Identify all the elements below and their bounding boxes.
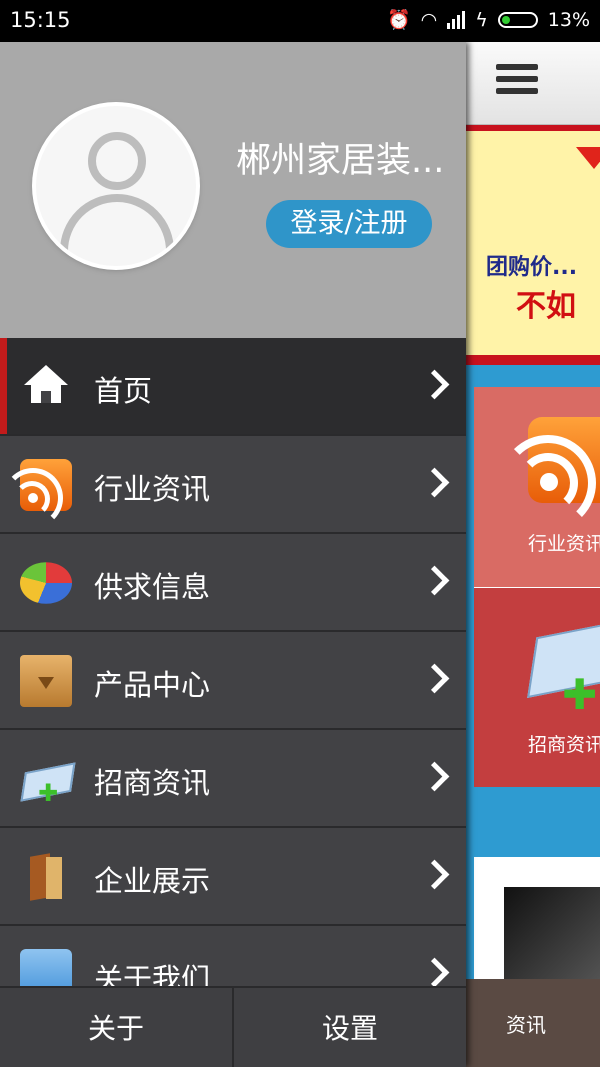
menu-item-label: 产品中心 [94,668,211,702]
chevron-right-icon [419,565,450,596]
book-icon [20,851,72,903]
tile-industry-news[interactable]: 行业资讯 [474,387,600,587]
navigation-drawer: 郴州家居装... 登录/注册 首页 行业资讯 供求信息 产品中心 ✚ 招商资讯 [0,42,466,1067]
chevron-right-icon [419,859,450,890]
tile-label: 招商资讯 [528,734,600,756]
menu-item-products[interactable]: 产品中心 [0,632,466,730]
battery-percent: 13% [547,8,590,31]
rss-icon [3,459,72,528]
status-bar: 15:15 ⏰ ◠ ϟ 13% [0,0,600,42]
tile-label: 行业资讯 [528,533,600,555]
chevron-right-icon [419,663,450,694]
avatar[interactable] [36,106,196,266]
home-icon [20,361,72,413]
alarm-icon: ⏰ [386,9,411,31]
settings-button[interactable]: 设置 [234,988,466,1067]
signal-icon [447,10,466,29]
menu-item-industry-news[interactable]: 行业资讯 [0,436,466,534]
menu-item-label: 首页 [94,374,153,408]
main-tabbar: 资讯 [466,979,600,1067]
tile-investment-news[interactable]: ✚ 招商资讯 [474,587,600,787]
drawer-footer: 关于 设置 [0,986,466,1067]
chevron-right-icon [419,957,450,988]
charging-icon: ϟ [475,8,488,31]
menu-toggle-icon[interactable] [496,64,538,98]
menu-item-label: 供求信息 [94,570,211,604]
menu-item-label: 行业资讯 [94,472,211,506]
active-indicator [0,338,7,434]
banner-arrow-icon [576,147,600,169]
chevron-right-icon [419,761,450,792]
chevron-right-icon [419,467,450,498]
pie-chart-icon [20,562,72,604]
notes-add-icon: ✚ [20,753,76,807]
rss-icon [500,417,600,531]
main-topbar [466,42,600,125]
product-thumbnail[interactable] [474,857,600,987]
site-name: 郴州家居装... [236,141,445,181]
user-head-icon [88,132,146,190]
status-icons: ⏰ ◠ ϟ 13% [386,8,590,32]
banner-line2: 不如 [516,289,576,324]
plus-icon: ✚ [562,670,598,719]
promo-banner[interactable]: 团购价... 不如 [466,125,600,365]
menu-item-supply-demand[interactable]: 供求信息 [0,534,466,632]
chevron-right-icon [419,369,450,400]
profile-header: 郴州家居装... 登录/注册 [0,42,466,338]
menu-item-home[interactable]: 首页 [0,338,466,436]
status-time: 15:15 [10,8,71,32]
user-body-icon [60,194,174,266]
menu-item-companies[interactable]: 企业展示 [0,828,466,926]
about-button[interactable]: 关于 [0,988,234,1067]
main-content: 团购价... 不如 行业资讯 ✚ 招商资讯 资讯 [466,42,600,1067]
menu-item-investment[interactable]: ✚ 招商资讯 [0,730,466,828]
drawer-menu: 首页 行业资讯 供求信息 产品中心 ✚ 招商资讯 企业展示 关于我们 [0,338,466,1024]
menu-item-label: 招商资讯 [94,766,211,800]
menu-item-label: 企业展示 [94,864,211,898]
login-register-button[interactable]: 登录/注册 [266,200,432,248]
wifi-icon: ◠ [420,8,438,31]
tab-news[interactable]: 资讯 [506,1009,546,1038]
battery-icon [497,11,538,28]
box-icon [20,655,72,707]
banner-line1: 团购价... [486,255,578,280]
